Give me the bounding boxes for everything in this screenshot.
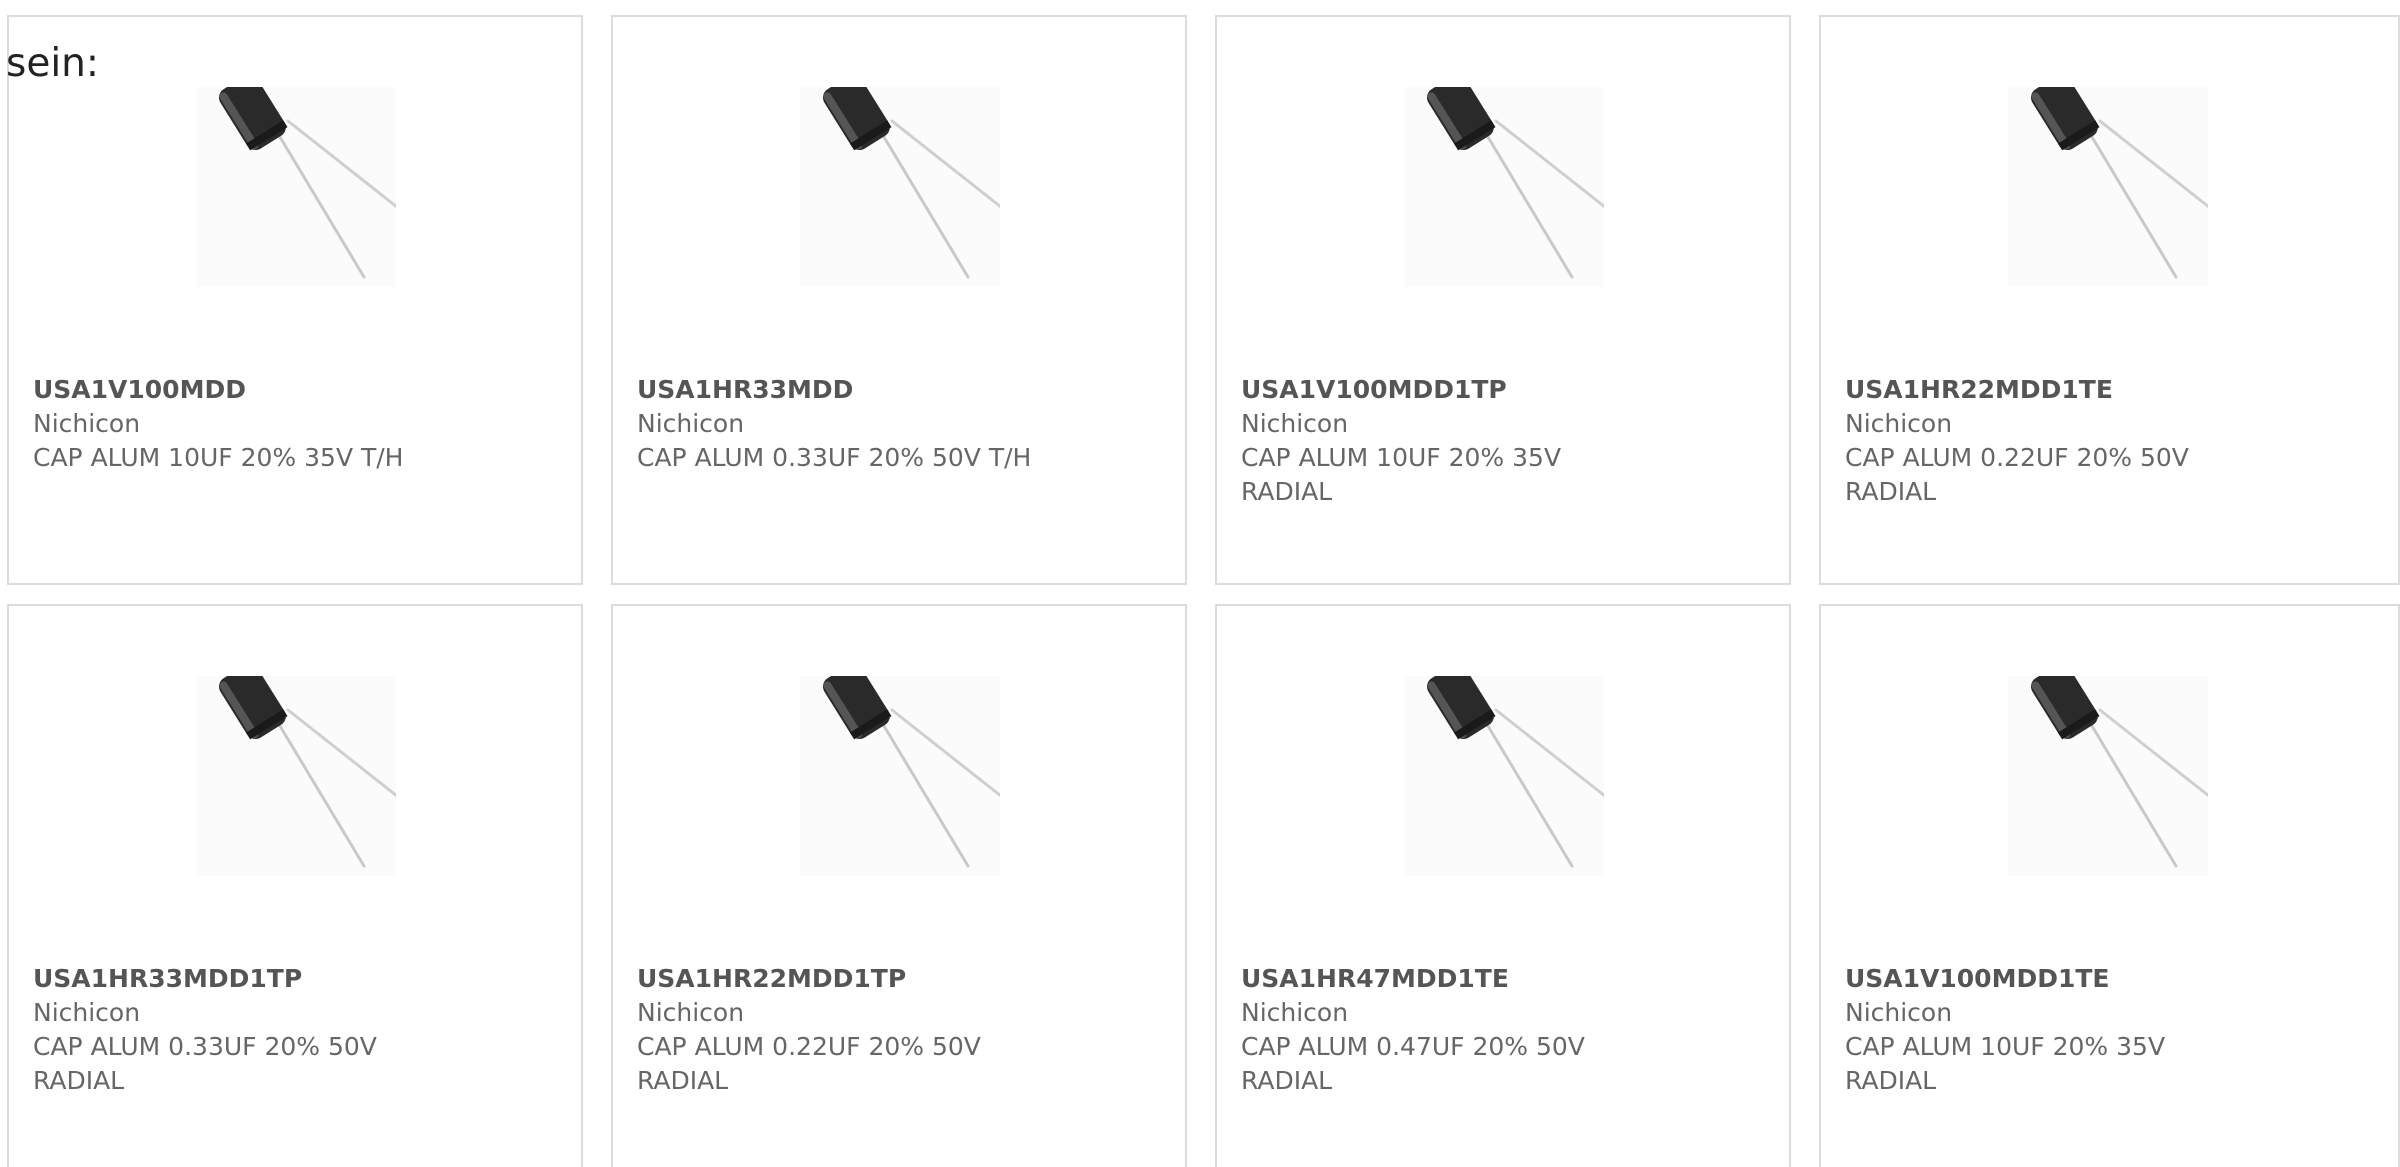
part-number[interactable]: USA1V100MDD bbox=[33, 373, 561, 407]
description-line-1: CAP ALUM 0.22UF 20% 50V bbox=[637, 1032, 981, 1061]
product-card[interactable]: USA1HR33MDD1TP Nichicon CAP ALUM 0.33UF … bbox=[7, 604, 583, 1167]
description-line-2: RADIAL bbox=[33, 1066, 125, 1095]
product-grid-page: sein: USA1V100MDD Nichicon CAP ALUM 10UF… bbox=[0, 0, 2400, 1167]
part-number[interactable]: USA1HR33MDD1TP bbox=[33, 962, 561, 996]
progress-bar bbox=[9, 583, 581, 585]
description-line-1: CAP ALUM 10UF 20% 35V T/H bbox=[33, 443, 404, 472]
product-card[interactable]: USA1HR22MDD1TE Nichicon CAP ALUM 0.22UF … bbox=[1819, 15, 2400, 585]
part-number[interactable]: USA1V100MDD1TE bbox=[1845, 962, 2378, 996]
description-line-1: CAP ALUM 10UF 20% 35V bbox=[1845, 1032, 2166, 1061]
manufacturer: Nichicon bbox=[637, 409, 745, 438]
radial-capacitor-icon[interactable] bbox=[196, 676, 396, 876]
manufacturer: Nichicon bbox=[1845, 998, 1953, 1027]
progress-bar bbox=[613, 583, 1185, 585]
description-line-2: RADIAL bbox=[1241, 477, 1333, 506]
product-card[interactable]: USA1HR47MDD1TE Nichicon CAP ALUM 0.47UF … bbox=[1215, 604, 1791, 1167]
manufacturer: Nichicon bbox=[637, 998, 745, 1027]
lead-text: sein: bbox=[6, 41, 100, 86]
manufacturer: Nichicon bbox=[1241, 998, 1349, 1027]
part-number[interactable]: USA1HR47MDD1TE bbox=[1241, 962, 1769, 996]
radial-capacitor-icon[interactable] bbox=[1404, 676, 1604, 876]
description-line-2: RADIAL bbox=[1241, 1066, 1333, 1095]
description-line-1: CAP ALUM 0.33UF 20% 50V bbox=[33, 1032, 377, 1061]
progress-bar bbox=[1217, 583, 1789, 585]
radial-capacitor-icon[interactable] bbox=[800, 676, 1000, 876]
product-card[interactable]: USA1HR22MDD1TP Nichicon CAP ALUM 0.22UF … bbox=[611, 604, 1187, 1167]
manufacturer: Nichicon bbox=[1241, 409, 1349, 438]
progress-bar-fill bbox=[1821, 583, 2006, 585]
description-line-1: CAP ALUM 10UF 20% 35V bbox=[1241, 443, 1562, 472]
radial-capacitor-icon[interactable] bbox=[1404, 87, 1604, 287]
part-number[interactable]: USA1HR22MDD1TE bbox=[1845, 373, 2378, 407]
radial-capacitor-icon[interactable] bbox=[2008, 676, 2208, 876]
description-line-2: RADIAL bbox=[1845, 1066, 1937, 1095]
progress-bar-fill bbox=[1217, 583, 1400, 585]
part-number[interactable]: USA1V100MDD1TP bbox=[1241, 373, 1769, 407]
radial-capacitor-icon[interactable] bbox=[2008, 87, 2208, 287]
product-card[interactable]: USA1HR33MDD Nichicon CAP ALUM 0.33UF 20%… bbox=[611, 15, 1187, 585]
manufacturer: Nichicon bbox=[33, 998, 141, 1027]
radial-capacitor-icon[interactable] bbox=[800, 87, 1000, 287]
description-line-1: CAP ALUM 0.47UF 20% 50V bbox=[1241, 1032, 1585, 1061]
manufacturer: Nichicon bbox=[1845, 409, 1953, 438]
product-card[interactable]: USA1V100MDD Nichicon CAP ALUM 10UF 20% 3… bbox=[7, 15, 583, 585]
radial-capacitor-icon[interactable] bbox=[196, 87, 396, 287]
progress-bar-fill bbox=[9, 583, 192, 585]
description-line-1: CAP ALUM 0.22UF 20% 50V bbox=[1845, 443, 2189, 472]
description-line-1: CAP ALUM 0.33UF 20% 50V T/H bbox=[637, 443, 1032, 472]
product-card[interactable]: USA1V100MDD1TP Nichicon CAP ALUM 10UF 20… bbox=[1215, 15, 1791, 585]
description-line-2: RADIAL bbox=[637, 1066, 729, 1095]
part-number[interactable]: USA1HR33MDD bbox=[637, 373, 1165, 407]
product-card[interactable]: USA1V100MDD1TE Nichicon CAP ALUM 10UF 20… bbox=[1819, 604, 2400, 1167]
manufacturer: Nichicon bbox=[33, 409, 141, 438]
progress-bar bbox=[1821, 583, 2398, 585]
progress-bar-fill bbox=[613, 583, 796, 585]
description-line-2: RADIAL bbox=[1845, 477, 1937, 506]
part-number[interactable]: USA1HR22MDD1TP bbox=[637, 962, 1165, 996]
